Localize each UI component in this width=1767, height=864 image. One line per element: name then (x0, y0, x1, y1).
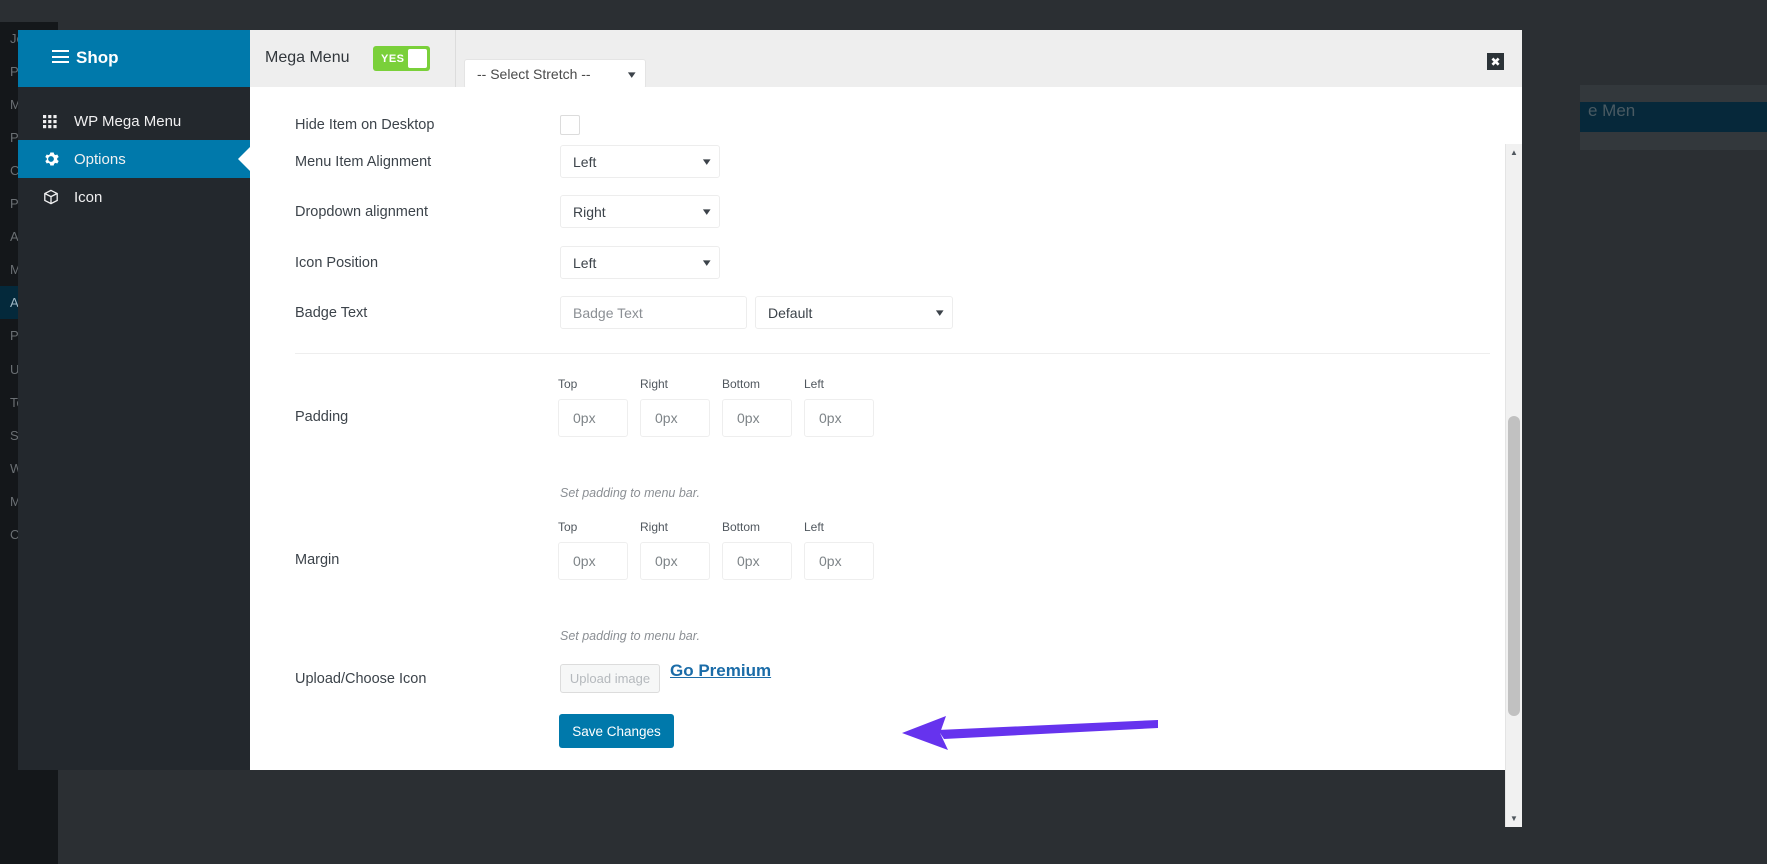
padding-top-input[interactable]: 0px (558, 399, 628, 437)
save-changes-button[interactable]: Save Changes (559, 714, 674, 748)
padding-right-input[interactable]: 0px (640, 399, 710, 437)
row-label: Menu Item Alignment (295, 153, 432, 170)
section-divider (295, 353, 1490, 354)
select-value: Right (573, 203, 606, 220)
control-cell: Badge Text Default ▾ (560, 296, 953, 329)
padding-hint: Set padding to menu bar. (560, 486, 700, 500)
control-cell: Right ▾ (560, 195, 720, 228)
margin-bottom-label: Bottom (722, 520, 761, 534)
chevron-down-icon: ▾ (703, 156, 712, 168)
select-value: Left (573, 153, 597, 170)
row-label: Badge Text (295, 304, 368, 321)
margin-top-input[interactable]: 0px (558, 542, 628, 580)
row-label: Icon Position (295, 254, 379, 271)
chevron-down-icon: ▾ (703, 206, 712, 218)
sidebar-item-options[interactable]: Options (18, 140, 250, 178)
toggle-knob (408, 49, 427, 68)
sidebar-item-label: Options (74, 150, 126, 168)
margin-right-label: Right (640, 520, 669, 534)
modal-sidebar: WP Mega Menu Options Icon (18, 87, 250, 770)
row-dropdown-alignment: Dropdown alignment Right ▾ (250, 195, 1505, 228)
margin-top-label: Top (558, 520, 578, 534)
mega-menu-label: Mega Menu (265, 49, 350, 66)
control-cell: Left ▾ (560, 246, 720, 279)
margin-left-label: Left (804, 520, 825, 534)
chevron-down-icon: ▾ (936, 307, 945, 319)
row-upload-choose-icon: Upload/Choose Icon (250, 664, 1505, 693)
icon-position-select[interactable]: Left ▾ (560, 246, 720, 279)
chevron-down-icon: ▾ (628, 68, 637, 81)
row-menu-item-alignment: Menu Item Alignment Left ▾ (250, 145, 1505, 178)
cube-icon (43, 189, 65, 205)
toggle-state-label: YES (381, 52, 405, 65)
options-panel: Hide Item on Desktop Menu Item Alignment… (250, 87, 1522, 827)
options-scroll-area: Hide Item on Desktop Menu Item Alignment… (250, 87, 1505, 770)
go-premium-label: Go Premium (670, 661, 772, 680)
modal-header-brand: Shop (18, 30, 250, 87)
menu-item-alignment-select[interactable]: Left ▾ (560, 145, 720, 178)
modal-header: Shop Mega Menu YES -- Select Stretch -- … (18, 30, 1522, 89)
sidebar-item-label: Icon (74, 188, 103, 206)
modal-scrollbar[interactable]: ▲ ▼ (1505, 144, 1522, 827)
padding-bottom-label: Bottom (722, 377, 761, 391)
mega-menu-toggle[interactable]: YES (373, 46, 430, 71)
badge-text-placeholder: Badge Text (573, 304, 643, 321)
scroll-down-arrow-icon[interactable]: ▼ (1506, 810, 1522, 827)
margin-left-input[interactable]: 0px (804, 542, 874, 580)
scroll-up-arrow-icon[interactable]: ▲ (1506, 144, 1522, 161)
sidebar-item-wp-mega-menu[interactable]: WP Mega Menu (18, 102, 250, 140)
padding-block: Padding Top 0px Right 0px Bottom 0px Lef… (250, 377, 1505, 492)
padding-left-label: Left (804, 377, 825, 391)
select-value: Default (768, 304, 813, 321)
row-icon-position: Icon Position Left ▾ (250, 246, 1505, 279)
control-cell: Left ▾ (560, 145, 720, 178)
row-label: Upload/Choose Icon (295, 670, 427, 687)
stretch-select-value: -- Select Stretch -- (477, 66, 591, 82)
mega-menu-settings-modal: Shop Mega Menu YES -- Select Stretch -- … (18, 30, 1522, 827)
padding-right-label: Right (640, 377, 669, 391)
padding-top-label: Top (558, 377, 578, 391)
menu-title: Shop (76, 48, 119, 67)
control-cell (560, 115, 580, 135)
select-value: Left (573, 254, 597, 271)
padding-label: Padding (295, 409, 349, 425)
badge-text-input[interactable]: Badge Text (560, 296, 747, 329)
close-icon[interactable]: ✖ (1485, 51, 1506, 72)
chevron-down-icon: ▾ (703, 257, 712, 269)
row-badge-text: Badge Text Badge Text Default ▾ (250, 296, 1505, 329)
row-hide-item-on-desktop: Hide Item on Desktop (250, 115, 1505, 135)
background-menu-label: e Men (1588, 101, 1636, 120)
hide-item-checkbox[interactable] (560, 115, 580, 135)
upload-button-label: Upload image (569, 671, 651, 686)
gear-icon (43, 151, 65, 167)
go-premium-link[interactable]: Go Premium (670, 661, 771, 681)
stretch-select[interactable]: -- Select Stretch -- ▾ (464, 59, 646, 89)
badge-style-select[interactable]: Default ▾ (755, 296, 953, 329)
close-glyph: ✖ (1490, 54, 1501, 69)
grid-icon (43, 114, 65, 129)
upload-image-button[interactable]: Upload image (560, 664, 660, 693)
row-label: Dropdown alignment (295, 203, 428, 220)
wp-admin-bar (0, 0, 1767, 22)
sidebar-item-label: WP Mega Menu (74, 112, 182, 130)
row-label: Hide Item on Desktop (295, 117, 435, 133)
margin-block: Margin Top 0px Right 0px Bottom 0px Left… (250, 520, 1505, 635)
header-divider (455, 30, 456, 87)
margin-hint: Set padding to menu bar. (560, 629, 700, 643)
margin-label: Margin (295, 552, 340, 568)
pointer-arrow-icon (902, 716, 1158, 750)
hamburger-icon (52, 50, 69, 63)
margin-right-input[interactable]: 0px (640, 542, 710, 580)
padding-left-input[interactable]: 0px (804, 399, 874, 437)
margin-bottom-input[interactable]: 0px (722, 542, 792, 580)
padding-bottom-input[interactable]: 0px (722, 399, 792, 437)
background-strip-top (1580, 85, 1767, 102)
dropdown-alignment-select[interactable]: Right ▾ (560, 195, 720, 228)
scrollbar-thumb[interactable] (1508, 416, 1520, 716)
sidebar-item-icon[interactable]: Icon (18, 178, 250, 216)
background-strip-bottom (1580, 132, 1767, 150)
